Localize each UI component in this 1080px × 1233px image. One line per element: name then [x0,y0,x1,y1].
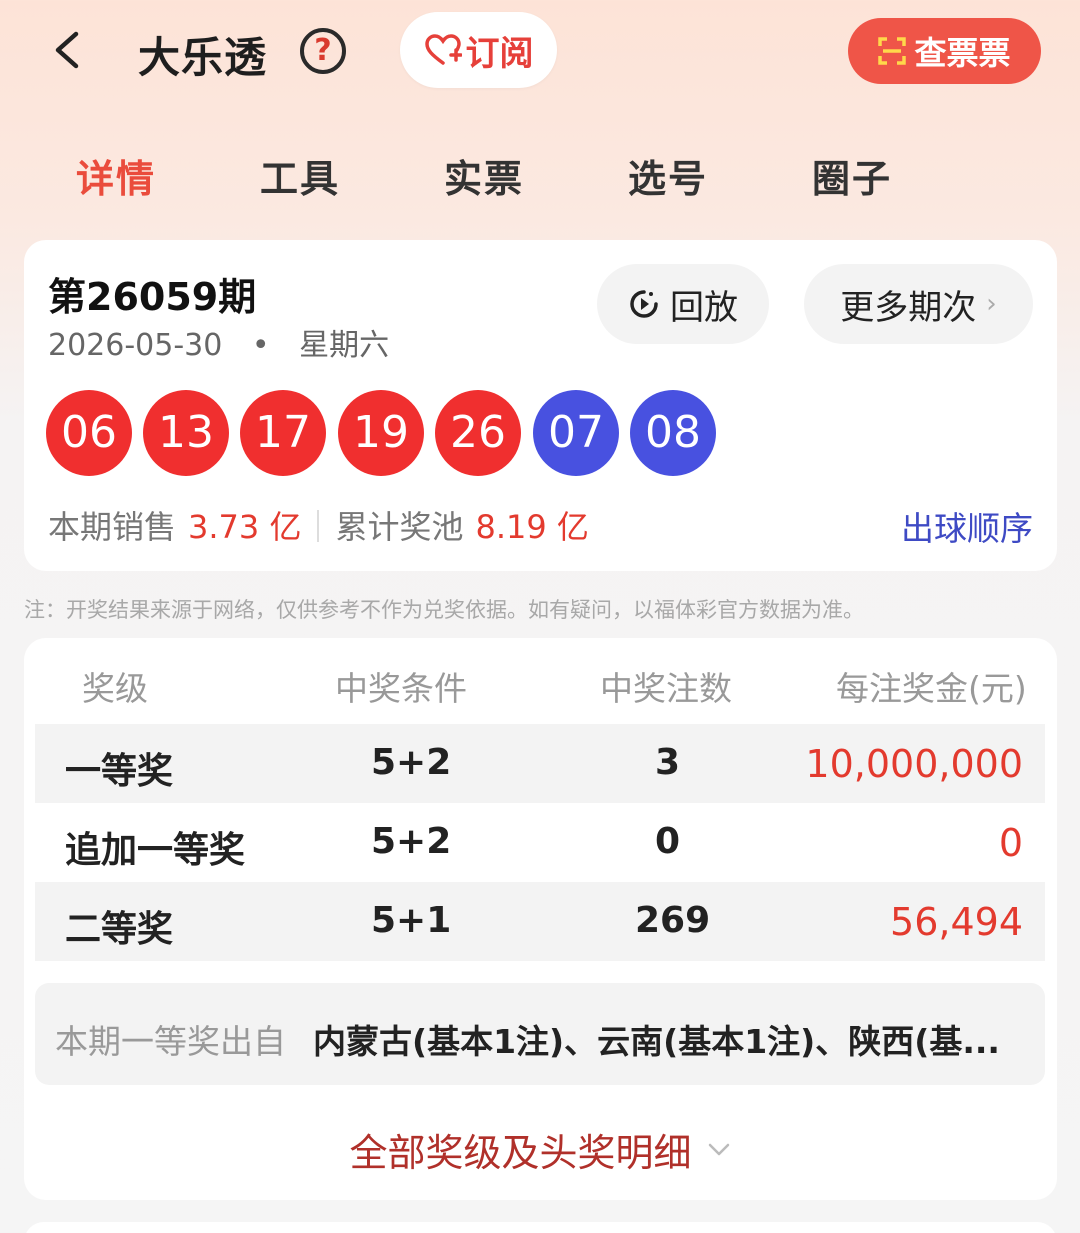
prize-condition: 5+1 [371,900,452,941]
replay-button[interactable]: 回放 [597,264,769,344]
check-ticket-button[interactable]: 查票票 [848,18,1041,84]
back-ball: 07 [533,390,619,476]
draw-date-line: 2026-05-30 • 星期六 [48,320,389,364]
replay-label: 回放 [670,287,738,328]
subscribe-button[interactable]: 订阅 [400,12,557,88]
page-title: 大乐透 [138,33,268,82]
check-ticket-label: 查票票 [914,34,1011,72]
pool-label: 累计奖池 [335,508,464,546]
front-ball: 17 [240,390,326,476]
more-issues-button[interactable]: 更多期次 › [804,264,1033,344]
column-header-amount: 每注奖金(元) [836,669,1027,708]
back-ball: 08 [630,390,716,476]
pool-value: 8.19 亿 [475,508,589,546]
first-prize-origin-value: 内蒙古(基本1注)、云南(基本1注)、陕西(基... [313,1022,1000,1061]
column-header-condition: 中奖条件 [335,669,467,708]
sales-label: 本期销售 [48,508,177,546]
prize-amount: 10,000,000 [805,742,1023,786]
column-header-level: 奖级 [82,669,148,708]
date-separator-dot: • [251,328,270,363]
prize-condition: 5+2 [371,821,452,862]
prize-amount: 0 [998,821,1023,865]
prize-condition: 5+2 [371,742,452,783]
help-icon[interactable]: ? [300,28,346,74]
front-ball: 26 [435,390,521,476]
prize-table-card: 奖级 中奖条件 中奖注数 每注奖金(元) 一等奖 5+2 3 10,000,00… [24,638,1057,1200]
prize-count: 269 [635,900,711,941]
next-card [24,1222,1057,1233]
prize-level: 追加一等奖 [65,830,246,871]
tab-circle[interactable]: 圈子 [812,148,892,203]
subscribe-label: 订阅 [465,33,534,74]
ball-order-link[interactable]: 出球顺序 [901,502,1033,550]
more-issues-label: 更多期次 [840,287,977,328]
chevron-right-icon: › [986,289,997,319]
tab-details[interactable]: 详情 [76,148,156,203]
tab-tools[interactable]: 工具 [260,148,340,203]
scan-icon [878,37,907,65]
all-levels-label: 全部奖级及头奖明细 [349,1131,692,1175]
replay-icon [630,290,658,318]
first-prize-origin-label: 本期一等奖出自 [55,1022,286,1061]
sales-value: 3.73 亿 [188,508,302,546]
front-ball: 06 [46,390,132,476]
disclaimer-note: 注：开奖结果来源于网络，仅供参考不作为兑奖依据。如有疑问，以福体彩官方数据为准。 [24,598,864,622]
table-row: 追加一等奖 5+2 0 0 [35,803,1045,882]
draw-result-card: 第26059期 2026-05-30 • 星期六 回放 更多期次 › 06 13… [24,240,1057,571]
sales-info: 本期销售 3.73 亿累计奖池 8.19 亿 出球顺序 [48,502,1033,548]
front-ball: 19 [338,390,424,476]
prize-amount: 56,494 [890,900,1023,944]
prize-level: 二等奖 [65,909,174,950]
prize-level: 一等奖 [65,751,174,792]
top-bar: 大乐透 ? 订阅 查票票 [0,0,1080,110]
table-row: 二等奖 5+1 269 56,494 [35,882,1045,961]
column-header-count: 中奖注数 [600,669,732,708]
all-levels-expand-link[interactable]: 全部奖级及头奖明细 [24,1122,1057,1177]
back-arrow-icon[interactable] [48,28,88,72]
divider [317,510,320,542]
draw-date: 2026-05-30 [48,328,223,363]
front-ball: 13 [143,390,229,476]
tab-pick-numbers[interactable]: 选号 [628,148,708,203]
tab-bar: 详情 工具 实票 选号 圈子 [0,140,1080,220]
draw-weekday: 星期六 [299,328,390,363]
table-row: 一等奖 5+2 3 10,000,000 [35,724,1045,803]
heart-plus-icon [424,34,462,65]
tab-real-tickets[interactable]: 实票 [444,148,524,203]
prize-count: 3 [655,742,681,783]
prize-count: 0 [655,821,681,862]
first-prize-origin: 本期一等奖出自 内蒙古(基本1注)、云南(基本1注)、陕西(基... [35,983,1045,1085]
issue-number: 第26059期 [48,275,257,319]
chevron-down-icon [708,1143,729,1156]
